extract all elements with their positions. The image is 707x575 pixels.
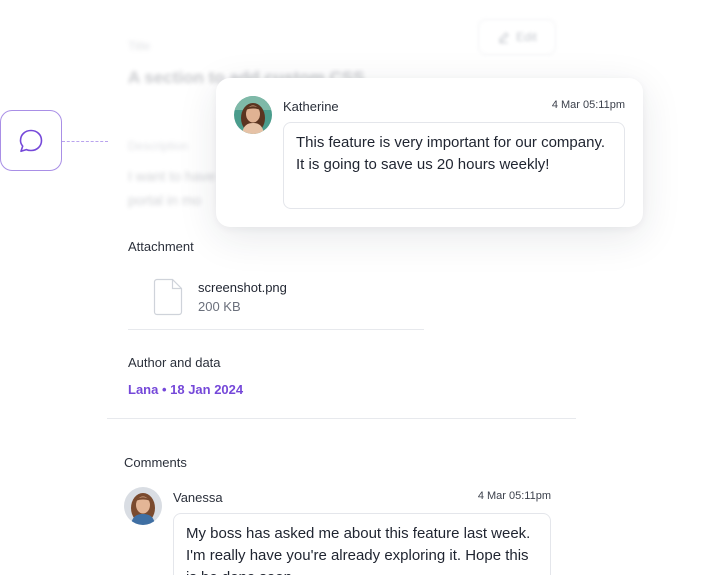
- comment-author: Vanessa: [173, 490, 223, 505]
- dashed-connector: [62, 141, 108, 142]
- comment-trigger-button[interactable]: [0, 110, 62, 171]
- bg-description-line-1: I want to have: [128, 168, 216, 184]
- file-icon[interactable]: [153, 278, 184, 316]
- attachment-label: Attachment: [128, 239, 194, 254]
- bg-description-line-2: portal in mo: [128, 192, 202, 208]
- bg-title-label: Title: [128, 39, 151, 53]
- comment-time: 4 Mar 05:11pm: [551, 99, 625, 111]
- edit-button-label: Edit: [516, 30, 537, 44]
- edit-button[interactable]: Edit: [478, 19, 556, 55]
- file-name[interactable]: screenshot.png: [198, 280, 287, 295]
- comment-author: Katherine: [283, 99, 339, 114]
- speech-bubble-icon: [19, 129, 43, 152]
- comment-time: 4 Mar 05:11pm: [477, 490, 551, 502]
- bg-description-label: Description: [128, 139, 189, 153]
- divider: [128, 329, 424, 330]
- avatar: [124, 487, 162, 525]
- comment-text: This feature is very important for our c…: [283, 122, 625, 209]
- file-size: 200 KB: [198, 299, 241, 314]
- floating-comment-card: Katherine 4 Mar 05:11pm This feature is …: [216, 78, 643, 227]
- avatar: [234, 96, 272, 134]
- divider: [107, 418, 576, 419]
- author-label: Author and data: [128, 355, 221, 370]
- pencil-icon: [499, 31, 509, 43]
- page: Title A section to add custom CSS Descri…: [0, 0, 707, 575]
- author-value: Lana • 18 Jan 2024: [128, 382, 244, 397]
- comment-text: My boss has asked me about this feature …: [173, 513, 551, 575]
- comments-label: Comments: [124, 455, 187, 470]
